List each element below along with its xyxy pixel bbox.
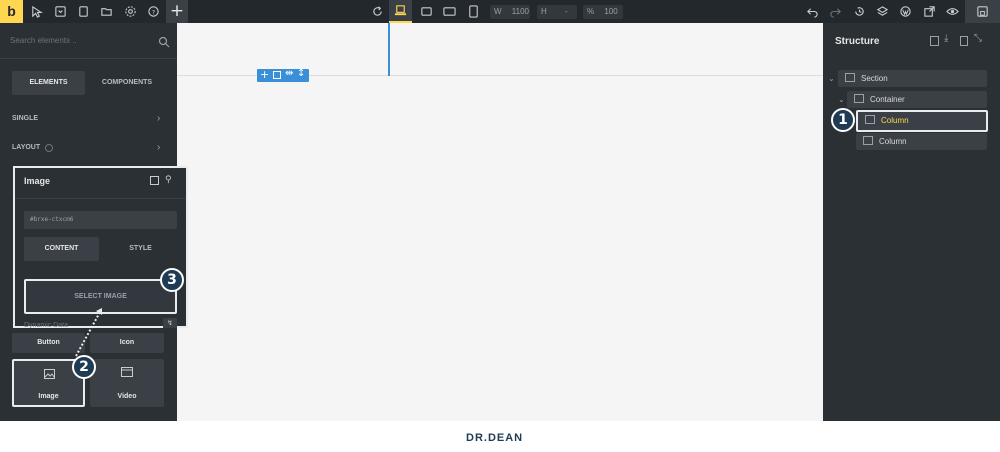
plus-icon: + — [169, 1, 185, 21]
laptop-icon[interactable] — [419, 4, 434, 19]
footer-logo: DR.DEAN — [466, 432, 524, 444]
pages-icon[interactable] — [76, 4, 91, 19]
tab-components[interactable]: COMPONENTS — [88, 71, 166, 95]
eye-icon[interactable] — [945, 4, 960, 19]
external-link-icon[interactable] — [922, 4, 937, 19]
tablet-landscape-icon[interactable] — [442, 4, 457, 19]
tree-item-column-active[interactable]: Column — [856, 110, 988, 132]
chevron-right-icon[interactable]: › — [157, 113, 160, 124]
collapse-icon[interactable]: ⤡ — [974, 33, 982, 44]
redo-icon[interactable] — [828, 4, 843, 19]
builder-canvas[interactable] — [177, 23, 823, 421]
tree-item-label: Container — [870, 95, 905, 104]
tab-content[interactable]: CONTENT — [24, 237, 99, 261]
gear-icon[interactable] — [123, 4, 138, 19]
save-button[interactable] — [965, 0, 1000, 23]
element-video-label: Video — [117, 393, 137, 400]
width-label: W — [494, 7, 502, 16]
zoom-label: % — [587, 7, 595, 16]
group-single[interactable]: SINGLE — [12, 114, 38, 124]
height-value: - — [565, 7, 568, 16]
width-input[interactable]: W 1100 — [490, 5, 530, 19]
help-icon[interactable]: ? — [146, 4, 161, 19]
column-divider — [388, 23, 390, 76]
undo-icon[interactable] — [805, 4, 820, 19]
desktop-icon — [394, 5, 407, 16]
add-icon[interactable]: + — [260, 68, 269, 81]
tree-item-label: Column — [881, 116, 909, 125]
dynamic-data-icon[interactable]: ↯ — [163, 318, 177, 328]
element-actions-bar[interactable]: + ⇹ ↕ — [257, 68, 309, 82]
tree-item-label: Section — [861, 74, 888, 83]
wordpress-icon[interactable] — [898, 4, 913, 19]
callout-2: 2 — [72, 355, 96, 379]
clipboard-icon[interactable] — [930, 36, 939, 46]
chevron-down-icon[interactable]: ⌄ — [838, 95, 845, 104]
panel-divider — [15, 198, 186, 199]
layers-icon[interactable] — [875, 4, 890, 19]
download-icon[interactable]: ⤓ — [944, 33, 948, 44]
container-icon — [854, 94, 864, 103]
info-icon — [45, 144, 53, 152]
trash-icon[interactable] — [960, 36, 968, 46]
zoom-input[interactable]: % 100 — [583, 5, 623, 19]
tree-item-container[interactable]: Container — [847, 91, 987, 108]
move-horizontal-icon[interactable]: ⇹ — [285, 68, 293, 79]
tab-style[interactable]: STYLE — [103, 237, 178, 261]
chevron-right-icon[interactable]: › — [157, 142, 160, 153]
element-id-field[interactable]: #brxe-ctxcm6 — [24, 211, 177, 229]
history-icon[interactable] — [852, 4, 867, 19]
section-icon — [845, 73, 855, 82]
search-input[interactable]: Search elements .. — [10, 34, 150, 48]
tab-elements[interactable]: ELEMENTS — [12, 71, 85, 95]
annotation-arrow — [75, 308, 102, 357]
folder-icon[interactable] — [99, 4, 114, 19]
zoom-value: 100 — [604, 7, 618, 16]
svg-text:?: ? — [152, 8, 155, 16]
chevron-down-icon[interactable]: ⌄ — [828, 74, 835, 83]
panel-title: Image — [24, 176, 51, 186]
structure-title: Structure — [835, 36, 880, 47]
bricks-logo[interactable]: b — [0, 0, 23, 23]
tree-item-label: Column — [879, 137, 907, 146]
pin-icon[interactable]: ⚲ — [165, 175, 172, 185]
refresh-icon[interactable] — [370, 4, 385, 19]
cursor-icon[interactable] — [29, 4, 44, 19]
template-icon[interactable] — [53, 4, 68, 19]
height-label: H — [541, 7, 547, 16]
add-element-button[interactable]: + — [166, 0, 188, 23]
width-value: 1100 — [511, 7, 529, 16]
tree-item-section[interactable]: Section — [838, 70, 987, 87]
element-video[interactable]: Video — [90, 359, 164, 407]
column-icon — [863, 136, 873, 145]
element-image-label: Image — [38, 393, 59, 400]
video-icon — [121, 367, 133, 377]
columns-icon[interactable] — [273, 71, 281, 79]
image-icon — [44, 369, 55, 379]
template-save-icon[interactable] — [150, 176, 159, 185]
column-icon — [865, 115, 875, 124]
move-vertical-icon[interactable]: ↕ — [297, 68, 305, 79]
tree-item-column[interactable]: Column — [856, 133, 987, 150]
group-layout[interactable]: LAYOUT — [12, 143, 40, 153]
tablet-portrait-icon[interactable] — [466, 4, 481, 19]
callout-3: 3 — [160, 268, 184, 292]
search-icon[interactable] — [158, 35, 170, 48]
breakpoint-desktop-button[interactable] — [389, 0, 412, 23]
height-input[interactable]: H - — [537, 5, 577, 19]
callout-1: 1 — [831, 108, 855, 132]
save-icon — [977, 6, 988, 17]
